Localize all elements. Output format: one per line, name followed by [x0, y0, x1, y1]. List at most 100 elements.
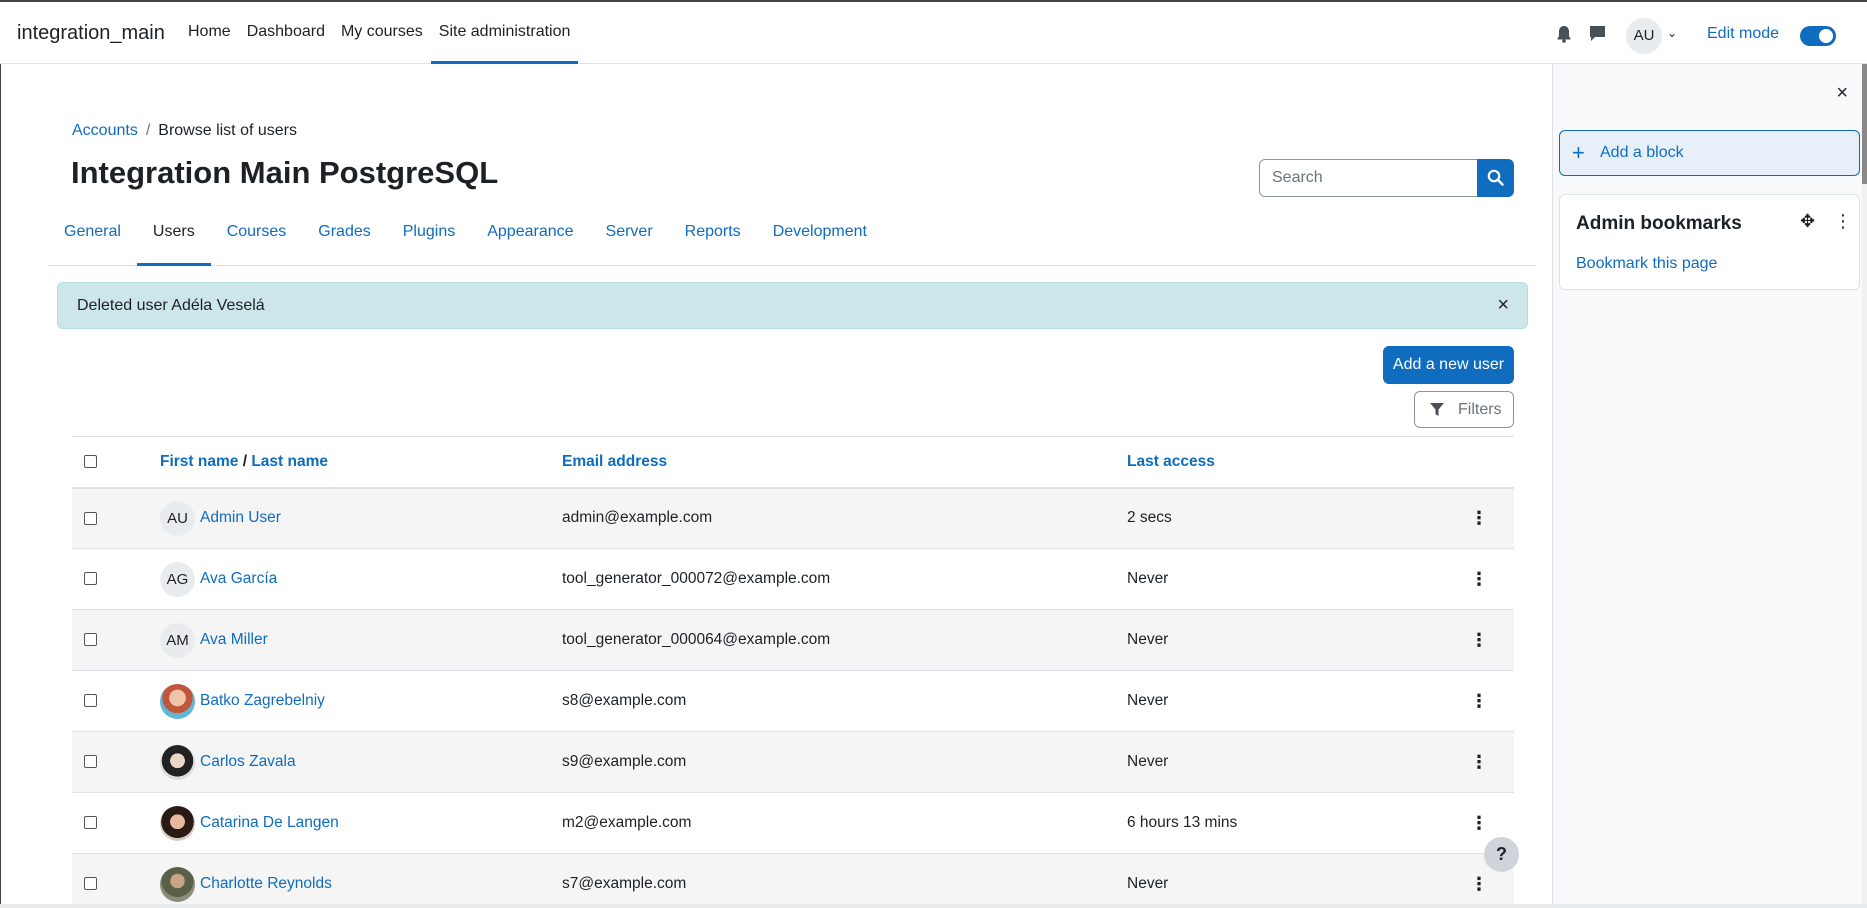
tab-courses[interactable]: Courses	[211, 214, 303, 265]
tab-development[interactable]: Development	[757, 214, 883, 265]
row-checkbox[interactable]	[84, 755, 97, 769]
email-header: Email address	[562, 436, 1127, 489]
user-avatar[interactable]: AG	[160, 561, 195, 597]
search-input[interactable]	[1259, 159, 1478, 197]
row-checkbox-cell	[72, 487, 160, 549]
user-photo[interactable]	[160, 805, 195, 841]
actions-cell: ⋮	[1457, 670, 1514, 732]
more-actions-icon[interactable]: ⋮	[1468, 813, 1490, 834]
move-icon[interactable]: ✥	[1800, 211, 1815, 232]
user-avatar[interactable]: AU	[1626, 18, 1662, 54]
tab-plugins[interactable]: Plugins	[387, 214, 471, 265]
help-button[interactable]: ?	[1484, 837, 1519, 872]
select-all-cell	[72, 436, 160, 489]
admin-tabs: General Users Courses Grades Plugins App…	[48, 214, 1536, 266]
add-new-user-button[interactable]: Add a new user	[1383, 346, 1514, 384]
user-name-link[interactable]: Carlos Zavala	[200, 753, 296, 771]
nav-site-administration[interactable]: Site administration	[430, 2, 579, 64]
sort-first-name-link[interactable]: First name	[160, 453, 238, 470]
tab-users[interactable]: Users	[136, 214, 211, 266]
table-row: Catarina De Langen m2@example.com 6 hour…	[72, 792, 1514, 854]
user-cell: Batko Zagrebelniy	[160, 670, 562, 732]
tab-server[interactable]: Server	[590, 214, 669, 265]
row-checkbox-cell	[72, 853, 160, 908]
sort-last-name-link[interactable]: Last name	[251, 453, 328, 470]
user-avatar[interactable]: AM	[160, 622, 195, 658]
search-icon	[1487, 169, 1504, 186]
user-avatar[interactable]: AU	[160, 500, 195, 536]
last-access-cell: Never	[1127, 609, 1457, 671]
more-actions-icon[interactable]: ⋮	[1468, 508, 1490, 529]
tab-reports[interactable]: Reports	[669, 214, 757, 265]
notifications-bell-icon[interactable]	[1556, 25, 1572, 48]
plus-icon: +	[1572, 140, 1585, 165]
tab-grades[interactable]: Grades	[302, 214, 386, 265]
nav-home[interactable]: Home	[180, 2, 239, 64]
edit-mode-label[interactable]: Edit mode	[1707, 25, 1779, 43]
name-header-separator: /	[242, 452, 248, 470]
site-name[interactable]: integration_main	[17, 22, 165, 45]
more-actions-icon[interactable]: ⋮	[1468, 752, 1490, 773]
row-checkbox[interactable]	[84, 816, 97, 830]
success-alert: Deleted user Adéla Veselá ×	[57, 282, 1528, 329]
user-photo[interactable]	[160, 744, 195, 780]
user-name-link[interactable]: Ava García	[200, 570, 277, 588]
select-all-checkbox[interactable]	[84, 455, 97, 469]
nav-dashboard[interactable]: Dashboard	[239, 2, 333, 64]
horizontal-scrollbar[interactable]	[0, 904, 1867, 908]
messages-icon[interactable]	[1589, 25, 1606, 47]
close-drawer-icon[interactable]: ×	[1836, 82, 1848, 105]
user-photo[interactable]	[160, 683, 195, 719]
page-title: Integration Main PostgreSQL	[71, 155, 499, 190]
actions-cell: ⋮	[1457, 548, 1514, 610]
bookmark-page-link[interactable]: Bookmark this page	[1576, 255, 1717, 273]
actions-cell: ⋮	[1457, 487, 1514, 549]
last-access-cell: Never	[1127, 670, 1457, 732]
user-name-link[interactable]: Admin User	[200, 509, 281, 527]
user-name-link[interactable]: Ava Miller	[200, 631, 268, 649]
row-checkbox[interactable]	[84, 694, 97, 708]
email-cell: tool_generator_000072@example.com	[562, 548, 1127, 610]
scrollbar-track[interactable]	[1862, 64, 1867, 908]
tab-general[interactable]: General	[48, 214, 137, 265]
add-block-button[interactable]: + Add a block	[1559, 130, 1860, 176]
more-actions-icon[interactable]: ⋮	[1468, 569, 1490, 590]
user-name-link[interactable]: Batko Zagrebelniy	[200, 692, 325, 710]
name-header: First name / Last name	[160, 436, 562, 489]
more-actions-icon[interactable]: ⋮	[1468, 691, 1490, 712]
user-menu-area: AU ⌄ Edit mode	[1547, 2, 1867, 64]
tab-appearance[interactable]: Appearance	[471, 214, 589, 265]
filters-label: Filters	[1458, 401, 1502, 418]
block-actions-icon[interactable]: ⋮	[1834, 211, 1852, 232]
last-access-cell: Never	[1127, 853, 1457, 908]
filters-button[interactable]: Filters	[1414, 391, 1514, 428]
search-button[interactable]	[1477, 159, 1514, 197]
row-checkbox[interactable]	[84, 511, 97, 525]
breadcrumb-accounts-link[interactable]: Accounts	[72, 122, 138, 140]
row-checkbox[interactable]	[84, 877, 97, 891]
nav-my-courses[interactable]: My courses	[333, 2, 431, 64]
user-name-link[interactable]: Catarina De Langen	[200, 814, 339, 832]
row-checkbox-cell	[72, 548, 160, 610]
add-block-label: Add a block	[1600, 144, 1684, 161]
user-photo[interactable]	[160, 866, 195, 902]
top-navbar: integration_main Home Dashboard My cours…	[0, 0, 1867, 64]
user-cell: Carlos Zavala	[160, 731, 562, 793]
more-actions-icon[interactable]: ⋮	[1468, 874, 1490, 895]
user-cell: AM Ava Miller	[160, 609, 562, 671]
table-header-row: First name / Last name Email address Las…	[72, 436, 1514, 489]
row-checkbox[interactable]	[84, 572, 97, 586]
row-checkbox-cell	[72, 670, 160, 732]
sort-email-link[interactable]: Email address	[562, 453, 667, 470]
users-table: First name / Last name Email address Las…	[72, 436, 1514, 908]
sort-last-access-link[interactable]: Last access	[1127, 453, 1215, 470]
email-cell: s8@example.com	[562, 670, 1127, 732]
chevron-down-icon[interactable]: ⌄	[1667, 26, 1677, 40]
edit-mode-toggle[interactable]	[1800, 26, 1836, 46]
scrollbar-thumb[interactable]	[1862, 64, 1867, 184]
close-icon[interactable]: ×	[1497, 283, 1509, 328]
row-checkbox[interactable]	[84, 633, 97, 647]
user-name-link[interactable]: Charlotte Reynolds	[200, 875, 332, 893]
last-access-cell: 2 secs	[1127, 487, 1457, 549]
more-actions-icon[interactable]: ⋮	[1468, 630, 1490, 651]
